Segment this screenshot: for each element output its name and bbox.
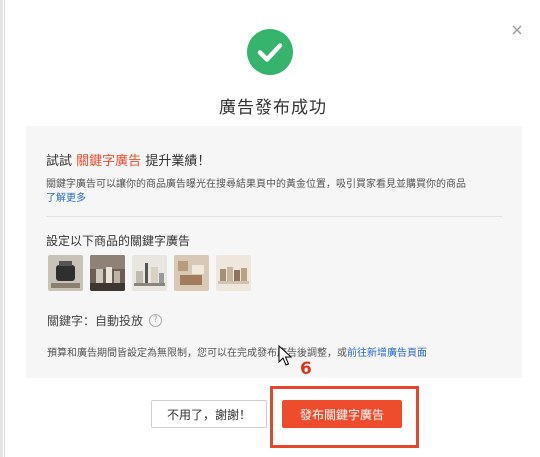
keyword-ad-promo-panel: 試試 關鍵字廣告 提升業績！ 關鍵字廣告可以讓你的商品廣告曝光在搜尋結果頁中的黃…	[26, 126, 522, 378]
mouse-cursor-icon	[278, 344, 293, 371]
background-edge	[0, 0, 3, 457]
learn-more-link[interactable]: 了解更多	[46, 193, 86, 204]
keyword-setting: 關鍵字：自動投放 ?	[47, 312, 163, 329]
budget-note: 預算和廣告期間皆設定為無限制，您可以在完成發布廣告後調整，或前往新增廣告頁面	[47, 344, 427, 359]
step-number-annotation: 6	[300, 359, 312, 379]
new-ad-page-link[interactable]: 前往新增廣告頁面	[347, 348, 427, 359]
product-thumbnail	[90, 255, 125, 291]
product-thumbnail	[174, 255, 209, 291]
close-icon-glyph	[512, 25, 522, 35]
help-icon[interactable]: ?	[149, 314, 163, 327]
keyword-label: 關鍵字：自動投放	[47, 314, 144, 328]
product-thumbnails	[48, 255, 251, 291]
product-thumbnail	[132, 255, 167, 291]
budget-note-text: 預算和廣告期間皆設定為無限制，您可以在完成發布廣告後調整，或	[47, 348, 347, 359]
promo-highlight: 關鍵字廣告	[76, 154, 142, 169]
promo-suffix: 提升業績！	[145, 154, 211, 169]
promo-heading: 試試 關鍵字廣告 提升業績！	[46, 150, 210, 169]
promo-prefix: 試試	[46, 154, 73, 169]
publish-keyword-ad-button[interactable]: 發布關鍵字廣告	[282, 400, 402, 428]
products-label: 設定以下商品的關鍵字廣告	[46, 234, 191, 248]
product-thumbnail	[48, 255, 83, 291]
product-thumbnail	[216, 255, 251, 291]
divider	[46, 216, 502, 217]
close-icon[interactable]	[509, 22, 525, 38]
promo-description: 關鍵字廣告可以讓你的商品廣告曝光在搜尋結果頁中的黃金位置，吸引買家看見並購買你的…	[46, 178, 516, 206]
success-dialog: 廣告發布成功 試試 關鍵字廣告 提升業績！ 關鍵字廣告可以讓你的商品廣告曝光在搜…	[4, 0, 540, 457]
cancel-button[interactable]: 不用了，謝謝！	[151, 400, 267, 428]
dialog-title: 廣告發布成功	[219, 98, 327, 118]
check-circle-icon	[247, 29, 293, 75]
promo-description-text: 關鍵字廣告可以讓你的商品廣告曝光在搜尋結果頁中的黃金位置，吸引買家看見並購買你的…	[46, 179, 466, 190]
